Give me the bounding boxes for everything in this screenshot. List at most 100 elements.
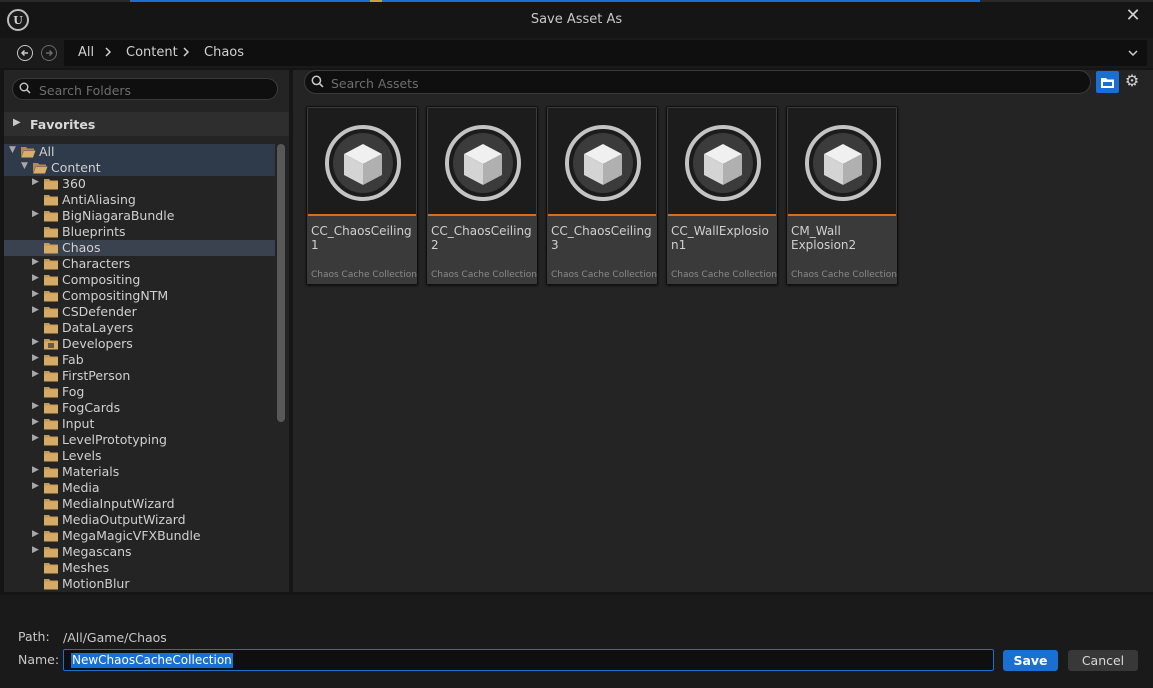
asset-thumbnail: [548, 108, 656, 215]
folder-tree-item[interactable]: MediaOutputWizard: [4, 512, 275, 528]
expand-arrow-icon[interactable]: ▶: [32, 465, 39, 475]
breadcrumb-content[interactable]: Content: [126, 45, 178, 60]
asset-tile[interactable]: CC_ChaosCeiling3 Chaos Cache Collection: [546, 106, 658, 285]
folder-icon: [44, 195, 58, 206]
folder-tree-item[interactable]: Blueprints: [4, 224, 275, 240]
breadcrumb-separator-icon[interactable]: [182, 44, 190, 62]
folder-tree-item[interactable]: ▶ 360: [4, 176, 275, 192]
asset-type: Chaos Cache Collection: [431, 270, 537, 280]
folder-icon: [44, 259, 58, 270]
folder-tree-item[interactable]: ▶ CompositingNTM: [4, 288, 275, 304]
breadcrumb-separator-icon[interactable]: [104, 44, 112, 62]
folder-tree-item[interactable]: Levels: [4, 448, 275, 464]
folder-tree-item[interactable]: ▶ Fab: [4, 352, 275, 368]
folder-tree-item-label: Characters: [62, 256, 131, 271]
folder-tree-item[interactable]: ▶ Developers: [4, 336, 275, 352]
chevron-down-icon[interactable]: [1127, 44, 1139, 62]
top-strip: [0, 0, 1153, 2]
folder-tree-item-label: Chaos: [62, 240, 101, 255]
asset-tile[interactable]: CC_WallExplosion1 Chaos Cache Collection: [666, 106, 778, 285]
folder-icon: [44, 403, 58, 414]
folder-tree-item[interactable]: ▶ Media: [4, 480, 275, 496]
breadcrumb-all[interactable]: All: [78, 45, 94, 60]
folder-tree-item[interactable]: Fog: [4, 384, 275, 400]
expand-arrow-icon[interactable]: ▶: [32, 353, 39, 363]
folder-tree-item[interactable]: MediaInputWizard: [4, 496, 275, 512]
folder-tree-item[interactable]: ▶ CSDefender: [4, 304, 275, 320]
folder-tree-item-label: Blueprints: [62, 224, 126, 239]
expand-arrow-icon[interactable]: ▶: [32, 337, 39, 347]
folder-icon: [44, 419, 58, 430]
folder-tree-item[interactable]: ▶ LevelPrototyping: [4, 432, 275, 448]
asset-tile[interactable]: CM_Wall Explosion2 Chaos Cache Collection: [786, 106, 898, 285]
expand-arrow-icon[interactable]: ▶: [32, 401, 39, 411]
folder-tree-item-label: FogCards: [62, 400, 121, 415]
back-arrow-icon[interactable]: [17, 45, 33, 61]
expand-arrow-icon[interactable]: ▶: [32, 289, 39, 299]
asset-name-input[interactable]: NewChaosCacheCollection: [63, 649, 994, 671]
asset-name: CC_ChaosCeiling1: [311, 224, 412, 252]
collapse-arrow-icon[interactable]: ▼: [9, 145, 16, 155]
folder-tree-item[interactable]: AntiAliasing: [4, 192, 275, 208]
folder-tree-item[interactable]: ▶ Compositing: [4, 272, 275, 288]
asset-tile[interactable]: CC_ChaosCeiling1 Chaos Cache Collection: [306, 106, 418, 285]
expand-arrow-icon[interactable]: ▶: [32, 481, 39, 491]
folder-tree-item-label: Input: [62, 416, 95, 431]
save-button[interactable]: Save: [1003, 650, 1058, 671]
folder-tree-item[interactable]: MotionBlur: [4, 576, 275, 592]
asset-name: CC_ChaosCeiling3: [551, 224, 652, 252]
expand-arrow-icon[interactable]: ▶: [32, 545, 39, 555]
search-assets-input[interactable]: [331, 74, 1071, 92]
folder-tree-item[interactable]: ▶ Input: [4, 416, 275, 432]
folder-icon: [44, 371, 58, 382]
forward-arrow-icon[interactable]: [41, 45, 57, 61]
expand-arrow-icon[interactable]: ▶: [32, 433, 39, 443]
folder-tree-item[interactable]: ▶ Materials: [4, 464, 275, 480]
folder-tree-item[interactable]: ▶ FirstPerson: [4, 368, 275, 384]
favorites-header[interactable]: ▶ Favorites: [4, 112, 289, 136]
folder-tree-item[interactable]: ▼ All: [4, 144, 275, 160]
folder-icon: [44, 435, 58, 446]
folder-tree-item[interactable]: Chaos: [4, 240, 275, 256]
folder-tree-item-label: LevelPrototyping: [62, 432, 167, 447]
expand-arrow-icon[interactable]: ▶: [32, 529, 39, 539]
folder-icon: [44, 579, 58, 590]
folder-tree: ▼ All ▼ Content ▶ 360 AntiAliasing ▶ BigNiagaraB…: [4, 144, 275, 592]
folder-tree-item[interactable]: ▶ BigNiagaraBundle: [4, 208, 275, 224]
folder-tree-item[interactable]: Meshes: [4, 560, 275, 576]
expand-arrow-icon[interactable]: ▶: [32, 257, 39, 267]
folder-icon: [44, 211, 58, 222]
folder-tree-item[interactable]: ▼ Content: [4, 160, 275, 176]
asset-type: Chaos Cache Collection: [791, 270, 897, 280]
folder-tree-item[interactable]: DataLayers: [4, 320, 275, 336]
folder-tree-scrollbar[interactable]: [277, 144, 285, 422]
folder-tree-item-label: DataLayers: [62, 320, 134, 335]
expand-arrow-icon[interactable]: ▶: [32, 177, 39, 187]
expand-arrow-icon[interactable]: ▶: [32, 305, 39, 315]
chaos-cache-cube-icon: [325, 125, 401, 201]
folder-tree-item[interactable]: ▶ Characters: [4, 256, 275, 272]
folder-icon: [44, 355, 58, 366]
folder-icon: [44, 531, 58, 542]
folder-tree-item[interactable]: ▶ FogCards: [4, 400, 275, 416]
gear-icon[interactable]: ⚙: [1124, 73, 1140, 89]
folder-icon: [44, 323, 58, 334]
close-icon[interactable]: ✕: [1123, 6, 1143, 26]
expand-arrow-icon[interactable]: ▶: [32, 369, 39, 379]
folder-open-icon: [33, 163, 48, 174]
folder-view-icon[interactable]: [1096, 71, 1119, 93]
collapse-arrow-icon[interactable]: ▼: [21, 161, 28, 171]
folder-icon: [44, 515, 58, 526]
asset-type-color-bar: [668, 214, 776, 216]
folder-tree-item[interactable]: ▶ Megascans: [4, 544, 275, 560]
expand-arrow-icon[interactable]: ▶: [32, 417, 39, 427]
search-folders-input[interactable]: [39, 81, 269, 99]
expand-arrow-icon[interactable]: ▶: [32, 273, 39, 283]
asset-tile[interactable]: CC_ChaosCeiling2 Chaos Cache Collection: [426, 106, 538, 285]
expand-arrow-icon[interactable]: ▶: [13, 117, 21, 128]
cancel-button[interactable]: Cancel: [1068, 650, 1138, 671]
breadcrumb-chaos[interactable]: Chaos: [204, 45, 244, 60]
expand-arrow-icon[interactable]: ▶: [32, 209, 39, 219]
asset-name-value[interactable]: NewChaosCacheCollection: [71, 653, 233, 668]
folder-tree-item[interactable]: ▶ MegaMagicVFXBundle: [4, 528, 275, 544]
